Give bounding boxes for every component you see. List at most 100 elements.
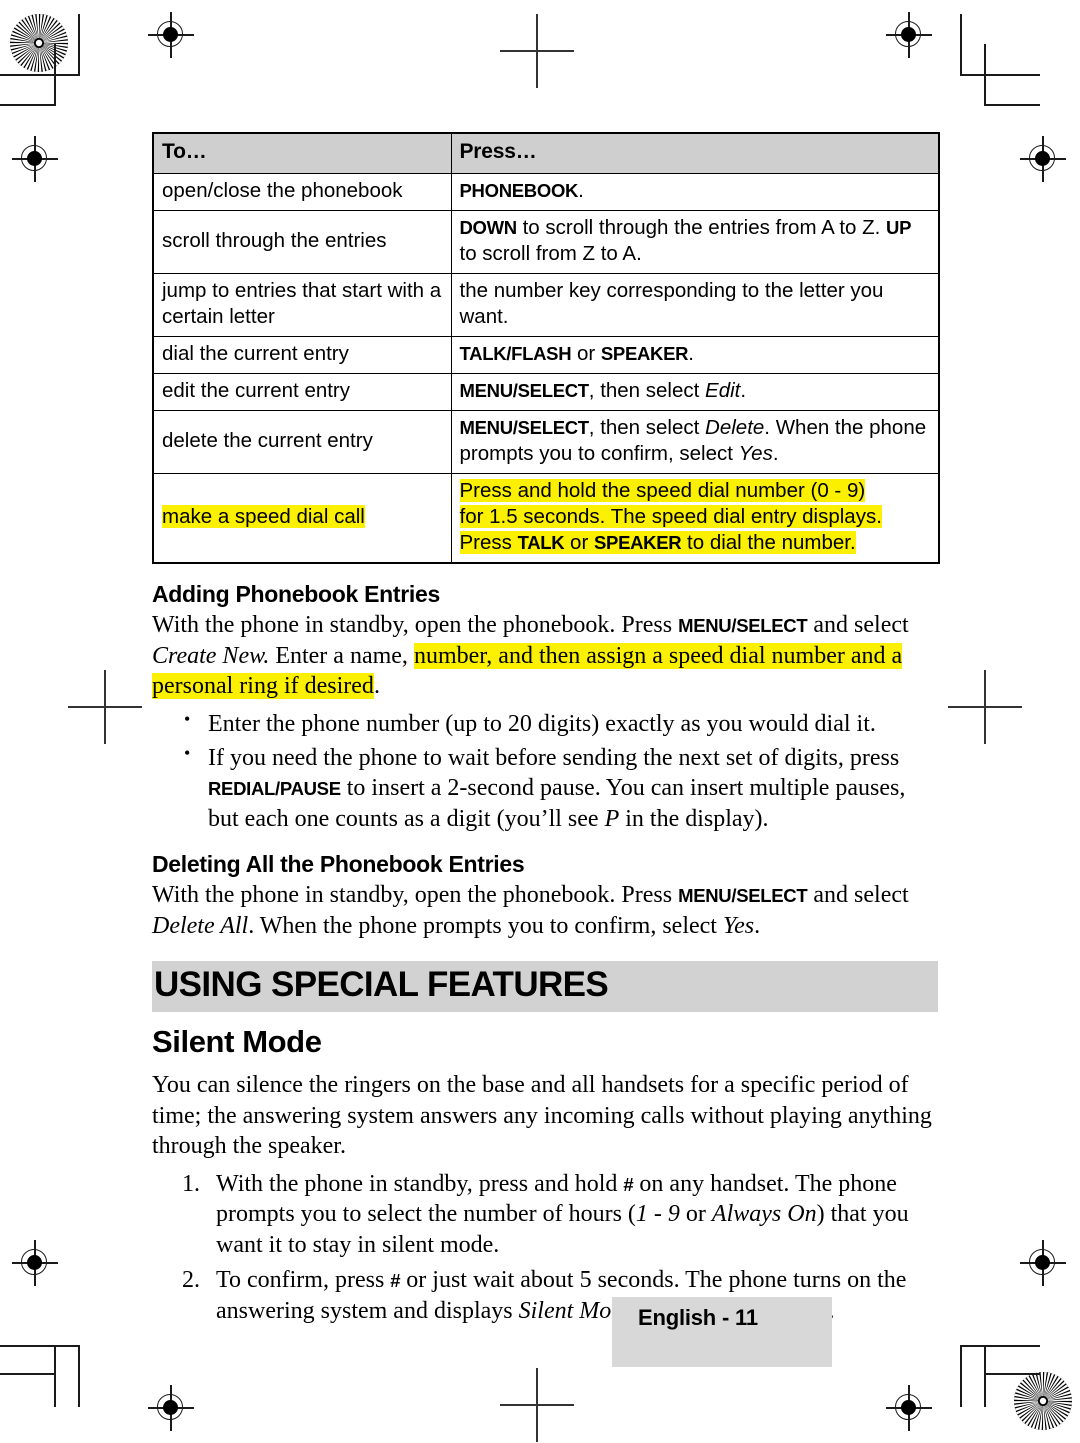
menu-item-name: P	[604, 805, 620, 832]
menu-item-name: Delete	[705, 415, 765, 439]
text-run: .	[740, 378, 747, 402]
menu-item-name: 1 - 9	[635, 1201, 680, 1228]
text-run: . When the phone prompts you to confirm,…	[248, 912, 723, 939]
column-header-to: To…	[152, 132, 452, 174]
heading-silent-mode: Silent Mode	[152, 1024, 322, 1060]
text-run: You can silence the ringers on the base …	[152, 1072, 932, 1160]
cell-action-description: dial the current entry	[152, 335, 452, 374]
text-run: With the phone in standby, open the phon…	[152, 612, 679, 639]
manual-page-content: To… Press… open/close the phonebook PHONE…	[152, 0, 940, 1443]
text-run: With the phone in standby, open the phon…	[152, 882, 679, 909]
cell-key-instruction: TALK/FLASH or SPEAKER.	[450, 335, 940, 374]
adding-bullet-list: Enter the phone number (up to 20 digits)…	[152, 708, 938, 834]
text-run: , then select	[588, 415, 706, 439]
instruction-line: Press TALK or SPEAKER to dial the number…	[459, 530, 931, 556]
cell-key-instruction: Press and hold the speed dial number (0 …	[450, 472, 940, 564]
key-name: TALK	[517, 532, 565, 553]
registration-target-left-lower	[12, 1240, 58, 1286]
key-name: MENU/SELECT	[678, 615, 808, 637]
key-name: PHONEBOOK	[459, 179, 579, 201]
cell-key-instruction: DOWN to scroll through the entries from …	[450, 209, 940, 274]
text-run: for 1.5 seconds. The speed dial entry di…	[459, 504, 882, 528]
cell-action-description: jump to entries that start with a certai…	[152, 272, 452, 337]
list-item: If you need the phone to wait before sen…	[182, 742, 938, 834]
key-name: TALK/FLASH	[459, 342, 572, 364]
table-row: jump to entries that start with a certai…	[152, 272, 940, 337]
cell-action-description: make a speed dial call	[152, 472, 452, 564]
text-run: .	[754, 912, 761, 939]
key-name: UP	[886, 216, 912, 238]
footer-page-label: English - 11	[638, 1305, 758, 1330]
text-run: and select	[807, 882, 909, 909]
table-row: delete the current entry MENU/SELECT, the…	[152, 409, 940, 474]
registration-target-right-upper	[1020, 136, 1066, 182]
cell-action-description: scroll through the entries	[152, 209, 452, 274]
text-run: .	[578, 178, 584, 202]
table-header-row: To… Press…	[152, 132, 940, 174]
list-item: With the phone in standby, press and hol…	[182, 1169, 938, 1261]
highlighted-text: for 1.5 seconds. The speed dial entry di…	[459, 504, 882, 528]
menu-item-name: Edit	[705, 378, 741, 402]
crop-mark-bottom-right	[960, 1345, 1080, 1435]
phonebook-key-reference-table: To… Press… open/close the phonebook PHONE…	[152, 132, 940, 565]
paragraph-silent-mode: You can silence the ringers on the base …	[152, 1070, 938, 1161]
cell-action-description: delete the current entry	[152, 409, 452, 474]
key-name: MENU/SELECT	[459, 379, 590, 401]
cell-action-description: edit the current entry	[152, 372, 452, 411]
menu-item-name: Yes	[738, 441, 773, 465]
chapter-heading-bar: USING SPECIAL FEATURES	[152, 961, 938, 1013]
instruction-line: for 1.5 seconds. The speed dial entry di…	[459, 504, 931, 530]
key-name: SPEAKER	[600, 342, 689, 364]
text-run: or	[571, 341, 601, 365]
paragraph-adding-phonebook-entries: With the phone in standby, open the phon…	[152, 610, 938, 701]
text-run: Enter a name,	[269, 642, 414, 669]
fold-mark-left-center	[68, 670, 142, 744]
paragraph-deleting-all-phonebook-entries: With the phone in standby, open the phon…	[152, 880, 938, 941]
highlighted-text: Press TALK or SPEAKER to dial the number…	[459, 531, 856, 554]
column-header-press: Press…	[450, 132, 940, 174]
text-run: Press	[459, 531, 518, 554]
fold-mark-right-center	[948, 670, 1022, 744]
key-name: MENU/SELECT	[459, 416, 590, 438]
table-row: open/close the phonebook PHONEBOOK.	[152, 172, 940, 211]
crop-mark-top-left	[0, 14, 120, 106]
menu-item-name: Yes	[722, 912, 755, 939]
text-run: .	[373, 672, 380, 699]
cell-key-instruction: the number key corresponding to the lett…	[450, 272, 940, 337]
key-name: #	[390, 1269, 401, 1291]
table-row: dial the current entry TALK/FLASH or SPEA…	[152, 335, 940, 374]
cell-key-instruction: MENU/SELECT, then select Delete. When th…	[450, 409, 940, 474]
key-name: DOWN	[459, 216, 518, 238]
heading-adding-phonebook-entries: Adding Phonebook Entries	[152, 581, 440, 608]
chapter-title: USING SPECIAL FEATURES	[154, 965, 609, 1005]
cell-key-instruction: PHONEBOOK.	[450, 172, 940, 211]
text-run: Press and hold the speed dial number (0 …	[459, 478, 866, 502]
crop-mark-bottom-left	[0, 1345, 120, 1435]
crop-mark-top-right	[960, 14, 1080, 106]
text-run: or	[679, 1201, 712, 1228]
text-run: .	[772, 441, 779, 465]
cell-key-instruction: MENU/SELECT, then select Edit.	[450, 372, 940, 411]
key-name: SPEAKER	[593, 532, 682, 553]
text-run: or	[564, 531, 594, 554]
instruction-line: Press and hold the speed dial number (0 …	[459, 478, 931, 504]
text-run: With the phone in standby, press and hol…	[216, 1170, 624, 1197]
text-run: and select	[807, 612, 909, 639]
menu-item-name: Create New.	[152, 642, 270, 669]
menu-item-name: Delete All	[152, 912, 249, 939]
key-name: REDIAL/PAUSE	[208, 778, 341, 800]
list-item: Enter the phone number (up to 20 digits)…	[182, 708, 938, 739]
registration-target-right-lower	[1020, 1240, 1066, 1286]
text-run: in the display).	[619, 805, 769, 832]
text-run: to dial the number.	[681, 531, 856, 554]
text-run: To confirm, press	[216, 1266, 391, 1293]
table-row: edit the current entry MENU/SELECT, then …	[152, 372, 940, 411]
text-run: , then select	[588, 378, 706, 402]
text-run: If you need the phone to wait before sen…	[208, 744, 900, 771]
table-row: make a speed dial call Press and hold the…	[152, 472, 940, 564]
text-run: the number key corresponding to the lett…	[459, 278, 884, 328]
menu-item-name: Always On	[711, 1201, 817, 1228]
page-footer-box: English - 11	[612, 1297, 832, 1367]
text-run: Enter the phone number (up to 20 digits)…	[208, 711, 876, 738]
text-run: to scroll from Z to A.	[459, 241, 642, 265]
